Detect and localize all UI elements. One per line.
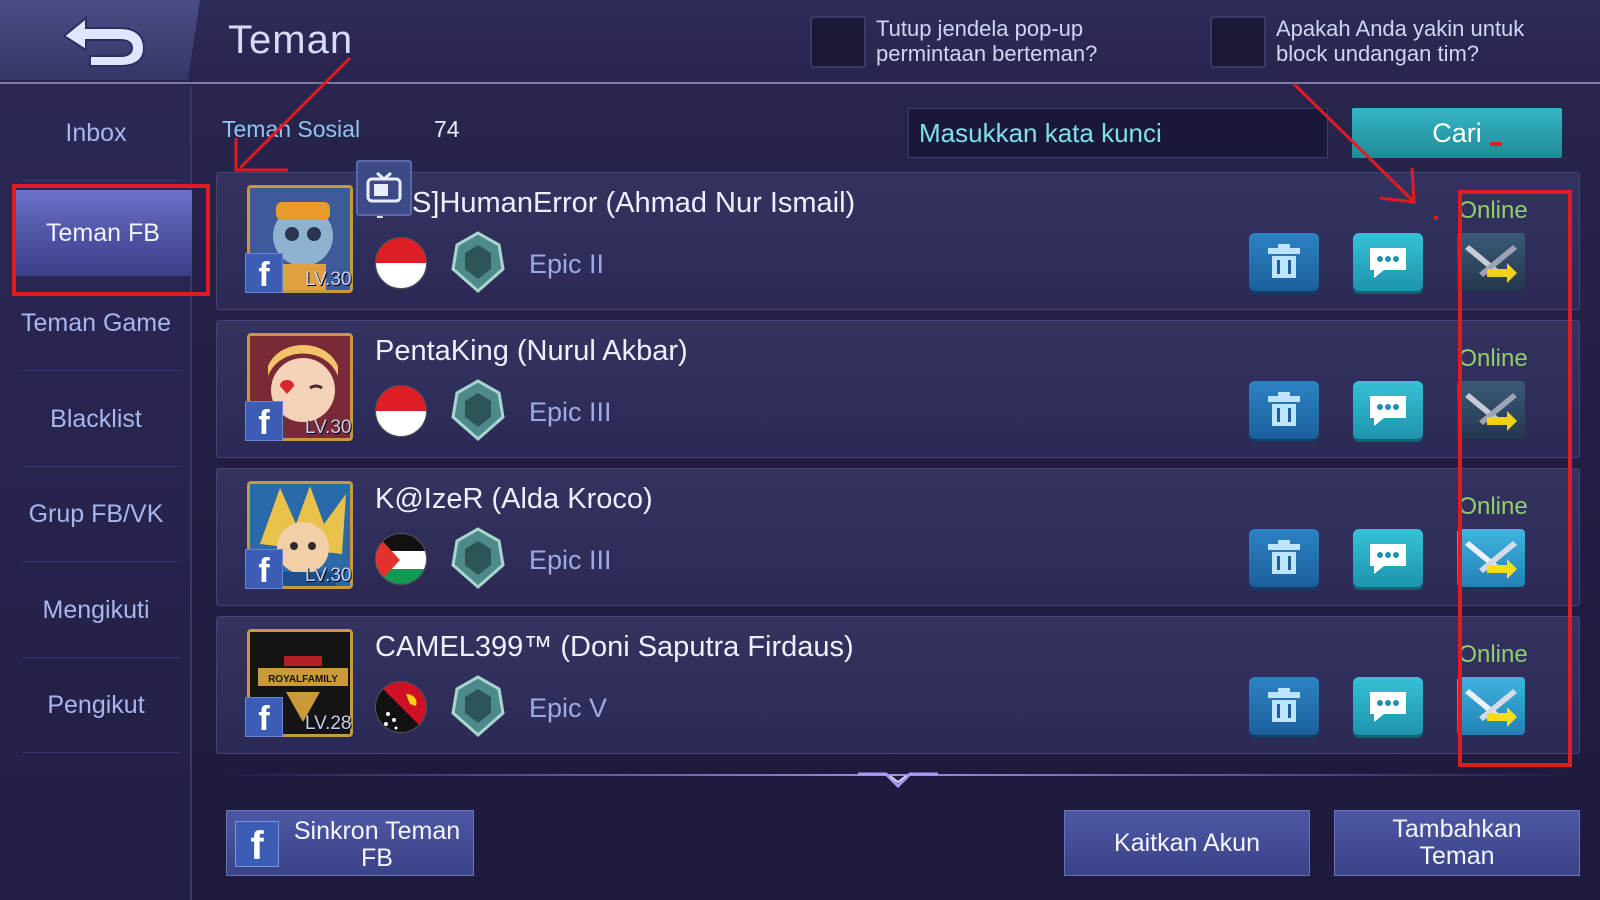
back-arrow-icon (62, 15, 146, 67)
rank-label: Epic II (529, 249, 605, 279)
trash-icon (1268, 392, 1300, 426)
chat-button[interactable] (1353, 233, 1423, 291)
divider-ornament-icon (858, 772, 938, 788)
delete-friend-button[interactable] (1249, 233, 1319, 291)
sidebar-item-label: Mengikuti (42, 596, 150, 624)
trash-icon (1268, 244, 1300, 278)
sidebar-item-mengikuti[interactable]: Mengikuti (0, 563, 192, 658)
search-button-label: Cari (1432, 117, 1482, 148)
epic-rank-emblem-icon (451, 231, 505, 293)
chat-bubble-icon (1370, 396, 1406, 426)
epic-rank-emblem-icon (451, 527, 505, 589)
sidebar-item-inbox[interactable]: Inbox (0, 86, 192, 181)
epic-rank-emblem-icon (451, 675, 505, 737)
player-level: LV.30 (305, 417, 352, 438)
friend-row[interactable]: f LV.30 [-AS]HumanError (Ahmad Nur Ismai… (216, 172, 1580, 310)
sidebar-item-label: Inbox (65, 119, 127, 147)
live-tv-icon[interactable] (356, 160, 412, 216)
chat-bubble-icon (1370, 692, 1406, 722)
social-friends-label: Teman Sosial (222, 116, 361, 142)
friend-name: K@IzeR (Alda Kroco) (375, 483, 653, 515)
header-bar: Teman Tutup jendela pop-up permintaan be… (0, 0, 1600, 84)
facebook-icon: f (245, 253, 283, 293)
sidebar-item-grup-fb-vk[interactable]: Grup FB/VK (0, 467, 192, 562)
search-input[interactable] (908, 108, 1328, 158)
avatar-royal-family-text: ROYALFAMILY (268, 674, 338, 685)
back-button[interactable] (0, 0, 200, 80)
sync-fb-label: Sinkron Teman FB (293, 817, 461, 872)
trash-icon (1268, 540, 1300, 574)
friend-row[interactable]: f LV.30 K@IzeR (Alda Kroco) Epic III Onl… (216, 468, 1580, 606)
block-invite-checkbox-label: Apakah Anda yakin untuk block undangan t… (1276, 16, 1525, 66)
sidebar-item-label: Teman Game (20, 309, 172, 337)
facebook-icon: f (245, 549, 283, 589)
sidebar-item-label: Blacklist (50, 405, 142, 433)
delete-friend-button[interactable] (1249, 381, 1319, 439)
chat-bubble-icon (1370, 248, 1406, 278)
palestine-flag-icon (375, 533, 427, 585)
chat-button[interactable] (1353, 381, 1423, 439)
chat-button[interactable] (1353, 529, 1423, 587)
sidebar-item-blacklist[interactable]: Blacklist (0, 372, 192, 467)
chat-button[interactable] (1353, 677, 1423, 735)
sidebar-item-label: Grup FB/VK (28, 500, 164, 528)
chat-bubble-icon (1370, 544, 1406, 574)
palestine-flag-graphic (376, 534, 426, 584)
player-level: LV.30 (305, 565, 352, 586)
add-friend-button[interactable]: Tambahkan Teman (1334, 810, 1580, 876)
epic-rank-emblem-icon (451, 379, 505, 441)
rank-label: Epic III (529, 397, 612, 427)
indonesia-flag-icon (375, 385, 427, 437)
annotation-box-battle-column (1458, 190, 1572, 767)
png-flag-graphic (376, 682, 426, 732)
search-button[interactable]: Cari (1352, 108, 1562, 158)
friend-row[interactable]: ROYALFAMILY f LV.28 CAMEL399™ (Doni Sapu… (216, 616, 1580, 754)
tv-icon-graphic (366, 171, 402, 203)
link-account-label: Kaitkan Akun (1114, 828, 1260, 857)
player-level: LV.28 (305, 713, 352, 734)
popup-request-checkbox-label: Tutup jendela pop-up permintaan berteman… (876, 16, 1098, 66)
rank-label: Epic III (529, 545, 612, 575)
sidebar-item-pengikut[interactable]: Pengikut (0, 658, 192, 753)
rank-label: Epic V (529, 693, 608, 723)
facebook-icon: f (245, 697, 283, 737)
friend-name: [-AS]HumanError (Ahmad Nur Ismail) (375, 187, 856, 219)
facebook-icon: f (235, 821, 279, 867)
player-level: LV.30 (305, 269, 352, 290)
friend-row[interactable]: f LV.30 PentaKing (Nurul Akbar) Epic III… (216, 320, 1580, 458)
social-friends-count: 74 (434, 116, 460, 142)
indonesia-flag-icon (375, 237, 427, 289)
add-friend-label: Tambahkan Teman (1392, 815, 1522, 870)
page-title: Teman (228, 18, 354, 62)
annotation-box-teman-fb (12, 184, 210, 296)
friend-name: PentaKing (Nurul Akbar) (375, 335, 688, 367)
papua-new-guinea-flag-icon (375, 681, 427, 733)
delete-friend-button[interactable] (1249, 677, 1319, 735)
popup-request-checkbox[interactable] (810, 16, 866, 68)
sync-fb-friends-button[interactable]: f Sinkron Teman FB (226, 810, 474, 876)
friend-name: CAMEL399™ (Doni Saputra Firdaus) (375, 631, 854, 663)
delete-friend-button[interactable] (1249, 529, 1319, 587)
link-account-button[interactable]: Kaitkan Akun (1064, 810, 1310, 876)
trash-icon (1268, 688, 1300, 722)
facebook-icon: f (245, 401, 283, 441)
block-invite-checkbox[interactable] (1210, 16, 1266, 68)
sidebar-item-label: Pengikut (47, 691, 145, 719)
